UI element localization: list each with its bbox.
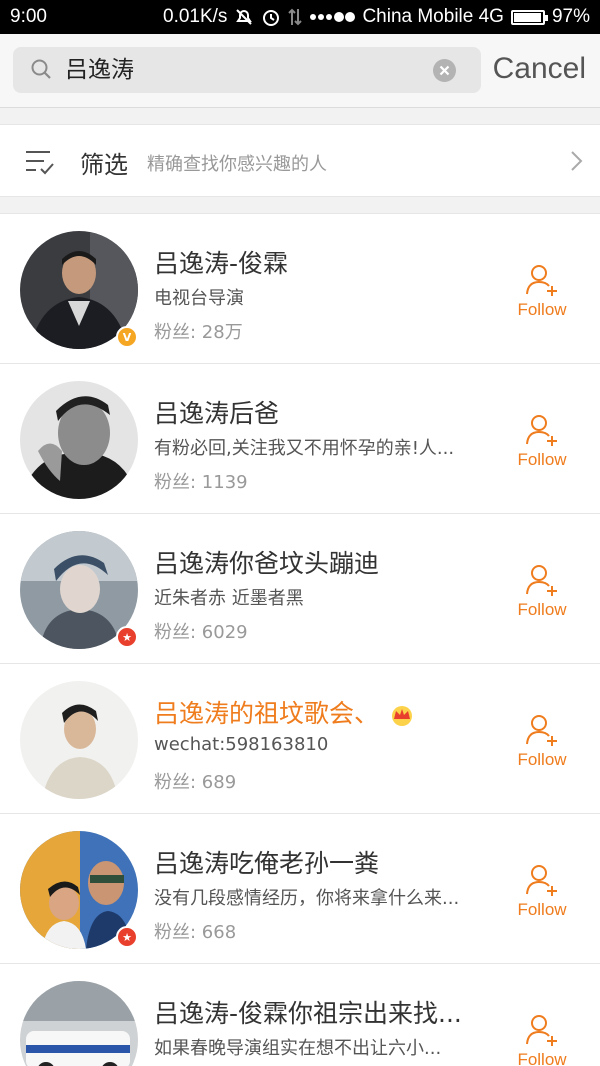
user-name-text: 吕逸涛的祖坟歌会、 bbox=[154, 699, 380, 728]
signal-icon bbox=[310, 12, 356, 22]
avatar[interactable] bbox=[20, 381, 138, 499]
follow-label: Follow bbox=[517, 900, 567, 919]
user-name: 吕逸涛-俊霖 bbox=[154, 249, 289, 278]
user-fans: 粉丝: 6029 bbox=[154, 622, 248, 643]
user-bio: 如果春晚导演组实在想不出让六小... bbox=[154, 1038, 442, 1059]
user-bio: 电视台导演 bbox=[154, 288, 244, 309]
follow-button[interactable]: Follow bbox=[510, 562, 574, 622]
user-row[interactable]: ★ 吕逸涛吃俺老孙一粪 没有几段感情经历，你将来拿什么来... 粉丝: 668 … bbox=[0, 814, 600, 964]
add-user-icon bbox=[526, 415, 557, 446]
filter-title: 筛选 bbox=[80, 151, 128, 179]
mute-icon bbox=[236, 9, 253, 25]
search-bar: 吕逸涛 Cancel bbox=[0, 34, 600, 108]
filter-row[interactable]: 筛选 精确查找你感兴趣的人 bbox=[0, 124, 600, 197]
carrier-label: China Mobile 4G bbox=[362, 6, 504, 27]
user-name: 吕逸涛的祖坟歌会、 bbox=[154, 694, 415, 730]
user-bio: 没有几段感情经历，你将来拿什么来... bbox=[154, 888, 460, 909]
crown-icon bbox=[392, 706, 413, 726]
filter-subtitle: 精确查找你感兴趣的人 bbox=[147, 154, 327, 175]
user-fans: 粉丝: 668 bbox=[154, 922, 237, 943]
battery-icon bbox=[510, 9, 548, 25]
follow-button[interactable]: Follow bbox=[510, 262, 574, 322]
network-speed: 0.01K/s bbox=[163, 6, 228, 27]
star-badge-icon: ★ bbox=[116, 926, 138, 948]
user-name: 吕逸涛后爸 bbox=[154, 399, 280, 428]
search-input[interactable]: 吕逸涛 bbox=[65, 47, 134, 93]
follow-label: Follow bbox=[517, 300, 567, 319]
follow-button[interactable]: Follow bbox=[510, 712, 574, 772]
user-name: 吕逸涛-俊霖你祖宗出来找... bbox=[154, 999, 462, 1028]
user-list: V 吕逸涛-俊霖 电视台导演 粉丝: 28万 Follow 吕逸涛后爸 有粉必回… bbox=[0, 213, 600, 1066]
clear-icon[interactable] bbox=[433, 59, 456, 82]
add-user-icon bbox=[526, 565, 557, 596]
search-icon bbox=[31, 59, 51, 79]
follow-button[interactable]: Follow bbox=[510, 412, 574, 472]
user-name: 吕逸涛你爸坟头蹦迪 bbox=[154, 549, 380, 578]
user-row[interactable]: ★ 吕逸涛你爸坟头蹦迪 近朱者赤 近墨者黑 粉丝: 6029 Follow bbox=[0, 514, 600, 664]
user-fans: 粉丝: 1139 bbox=[154, 472, 248, 493]
search-box[interactable]: 吕逸涛 bbox=[13, 47, 481, 93]
avatar[interactable] bbox=[20, 681, 138, 799]
user-fans: 粉丝: 689 bbox=[154, 772, 237, 793]
follow-label: Follow bbox=[517, 1050, 567, 1066]
user-row[interactable]: 吕逸涛的祖坟歌会、 wechat:598163810 粉丝: 689 Follo… bbox=[0, 664, 600, 814]
user-row[interactable]: 吕逸涛-俊霖你祖宗出来找... 如果春晚导演组实在想不出让六小... Follo… bbox=[0, 964, 600, 1066]
add-user-icon bbox=[526, 1015, 557, 1046]
avatar[interactable] bbox=[20, 981, 138, 1066]
follow-label: Follow bbox=[517, 750, 567, 769]
filter-icon bbox=[26, 151, 54, 175]
battery-percent: 97% bbox=[551, 6, 590, 27]
user-name: 吕逸涛吃俺老孙一粪 bbox=[154, 849, 380, 878]
status-time: 9:00 bbox=[10, 6, 47, 27]
follow-label: Follow bbox=[517, 600, 567, 619]
star-badge-icon: ★ bbox=[116, 626, 138, 648]
follow-button[interactable]: Follow bbox=[510, 862, 574, 922]
user-fans: 粉丝: 28万 bbox=[154, 322, 243, 343]
follow-button[interactable]: Follow bbox=[510, 1012, 574, 1066]
verified-badge-icon: V bbox=[116, 326, 138, 348]
chevron-right-icon bbox=[571, 151, 583, 171]
add-user-icon bbox=[526, 265, 557, 296]
add-user-icon bbox=[526, 865, 557, 896]
user-row[interactable]: V 吕逸涛-俊霖 电视台导演 粉丝: 28万 Follow bbox=[0, 214, 600, 364]
status-bar: 9:00 0.01K/s China Mobile 4G 97% bbox=[0, 0, 600, 34]
user-bio: 近朱者赤 近墨者黑 bbox=[154, 588, 304, 609]
user-row[interactable]: 吕逸涛后爸 有粉必回,关注我又不用怀孕的亲!人... 粉丝: 1139 Foll… bbox=[0, 364, 600, 514]
user-bio: 有粉必回,关注我又不用怀孕的亲!人... bbox=[154, 438, 455, 459]
cancel-button[interactable]: Cancel bbox=[493, 52, 586, 86]
data-arrows-icon bbox=[288, 8, 303, 26]
follow-label: Follow bbox=[517, 450, 567, 469]
user-bio: wechat:598163810 bbox=[154, 734, 329, 755]
add-user-icon bbox=[526, 715, 557, 746]
alarm-icon bbox=[263, 10, 280, 26]
